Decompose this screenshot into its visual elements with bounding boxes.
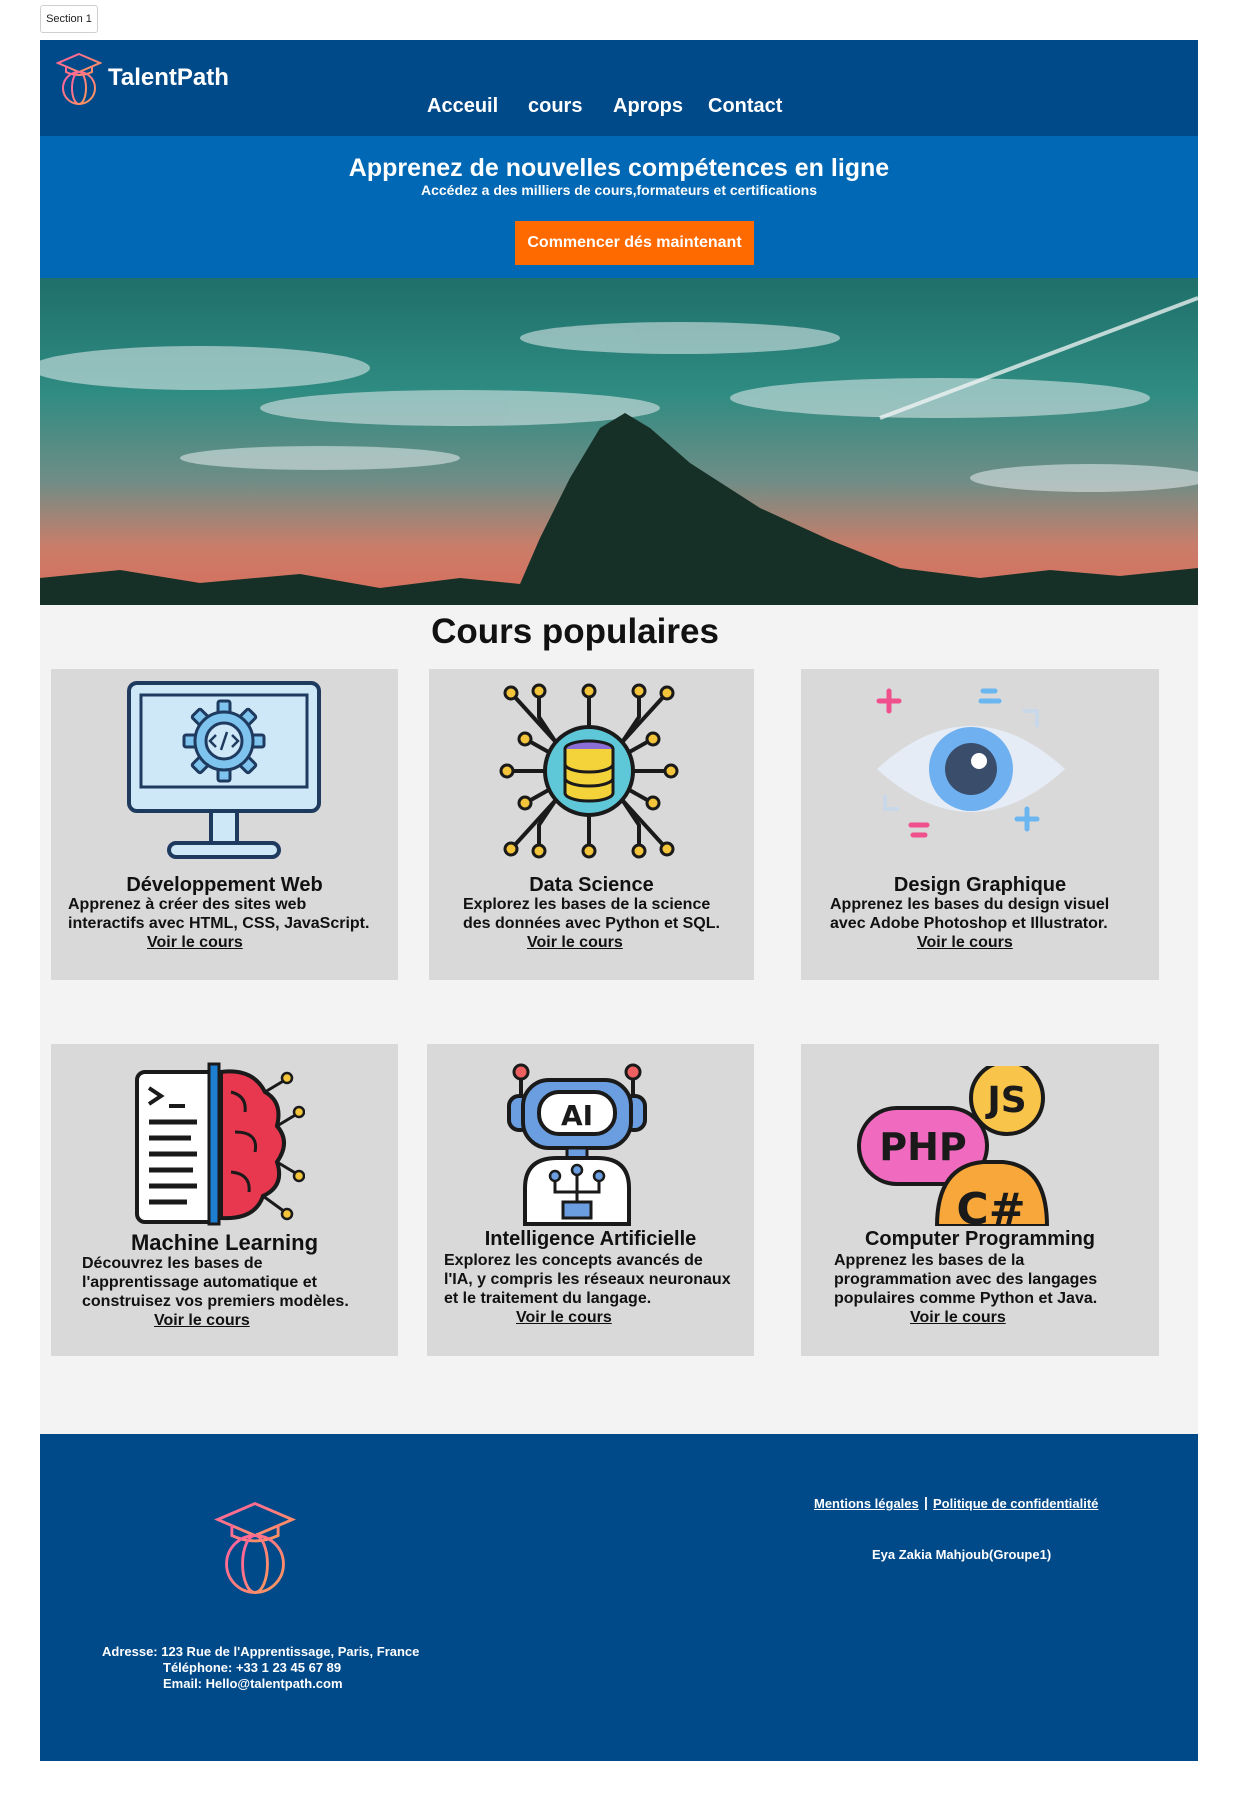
start-now-button[interactable]: Commencer dés maintenant xyxy=(515,221,754,265)
footer xyxy=(40,1434,1198,1761)
footer-phone: Téléphone: +33 1 23 45 67 89 xyxy=(163,1660,342,1675)
brand-name[interactable]: TalentPath xyxy=(108,64,229,92)
hero-title: Apprenez de nouvelles compétences en lig… xyxy=(348,154,890,182)
course-title: Data Science xyxy=(529,874,654,896)
course-card: Machine Learning Découvrez les bases de … xyxy=(51,1044,398,1356)
author-credit: Eya Zakia Mahjoub(Groupe1) xyxy=(872,1547,1052,1562)
database-chip-icon xyxy=(499,683,679,859)
programming-languages-icon: JS PHP C# xyxy=(857,1066,1050,1226)
course-card: Data Science Explorez les bases de la sc… xyxy=(429,669,754,980)
graduation-globe-icon[interactable] xyxy=(56,52,102,106)
view-course-link[interactable]: Voir le cours xyxy=(154,1312,250,1330)
course-card: JS PHP C# Computer Programming Apprenez … xyxy=(801,1044,1159,1356)
course-description: Découvrez les bases de l'apprentissage a… xyxy=(82,1255,349,1310)
course-card: Développement Web Apprenez à créer des s… xyxy=(51,669,398,980)
eye-icon xyxy=(876,688,1065,838)
view-course-link[interactable]: Voir le cours xyxy=(910,1309,1006,1327)
nav-acceuil[interactable]: Acceuil xyxy=(427,95,498,118)
view-course-link[interactable]: Voir le cours xyxy=(147,934,243,952)
svg-text:AI: AI xyxy=(561,1099,593,1132)
svg-text:C#: C# xyxy=(956,1184,1025,1226)
section-title: Cours populaires xyxy=(431,612,719,651)
brain-code-icon xyxy=(135,1062,305,1226)
course-description: Apprenez à créer des sites web interacti… xyxy=(68,896,370,932)
course-title: Design Graphique xyxy=(893,874,1067,896)
course-title: Développement Web xyxy=(126,874,323,896)
course-description: Apprenez les bases de la programmation a… xyxy=(834,1252,1098,1307)
course-card: Design Graphique Apprenez les bases du d… xyxy=(801,669,1159,980)
course-description: Apprenez les bases du design visuel avec… xyxy=(830,896,1110,932)
course-title: Computer Programming xyxy=(864,1228,1096,1250)
footer-separator: | xyxy=(924,1494,928,1510)
nav-cours[interactable]: cours xyxy=(528,95,582,118)
mountain-banner-image xyxy=(40,278,1198,605)
view-course-link[interactable]: Voir le cours xyxy=(917,934,1013,952)
footer-address: Adresse: 123 Rue de l'Apprentissage, Par… xyxy=(102,1644,420,1659)
hero-subtitle: Accédez a des milliers de cours,formateu… xyxy=(420,182,818,198)
course-title: Machine Learning xyxy=(130,1230,319,1255)
view-course-link[interactable]: Voir le cours xyxy=(516,1309,612,1327)
course-description: Explorez les concepts avancés de l'IA, y… xyxy=(444,1252,731,1307)
course-card: AI Intelligence Artificielle Explorez le… xyxy=(427,1044,754,1356)
footer-email[interactable]: Email: Hello@talentpath.com xyxy=(163,1676,343,1691)
ai-robot-icon: AI xyxy=(507,1063,647,1226)
legal-notice-link[interactable]: Mentions légales xyxy=(814,1496,919,1511)
svg-text:PHP: PHP xyxy=(879,1125,967,1169)
course-title: Intelligence Artificielle xyxy=(484,1228,697,1250)
section-tag: Section 1 xyxy=(40,5,98,33)
privacy-policy-link[interactable]: Politique de confidentialité xyxy=(933,1496,1098,1511)
graduation-globe-icon xyxy=(214,1502,296,1594)
computer-code-icon xyxy=(127,681,321,859)
svg-text:JS: JS xyxy=(984,1080,1026,1121)
nav-apropos[interactable]: Aprops xyxy=(613,95,683,118)
course-description: Explorez les bases de la science des don… xyxy=(463,896,720,932)
view-course-link[interactable]: Voir le cours xyxy=(527,934,623,952)
nav-contact[interactable]: Contact xyxy=(708,95,782,118)
